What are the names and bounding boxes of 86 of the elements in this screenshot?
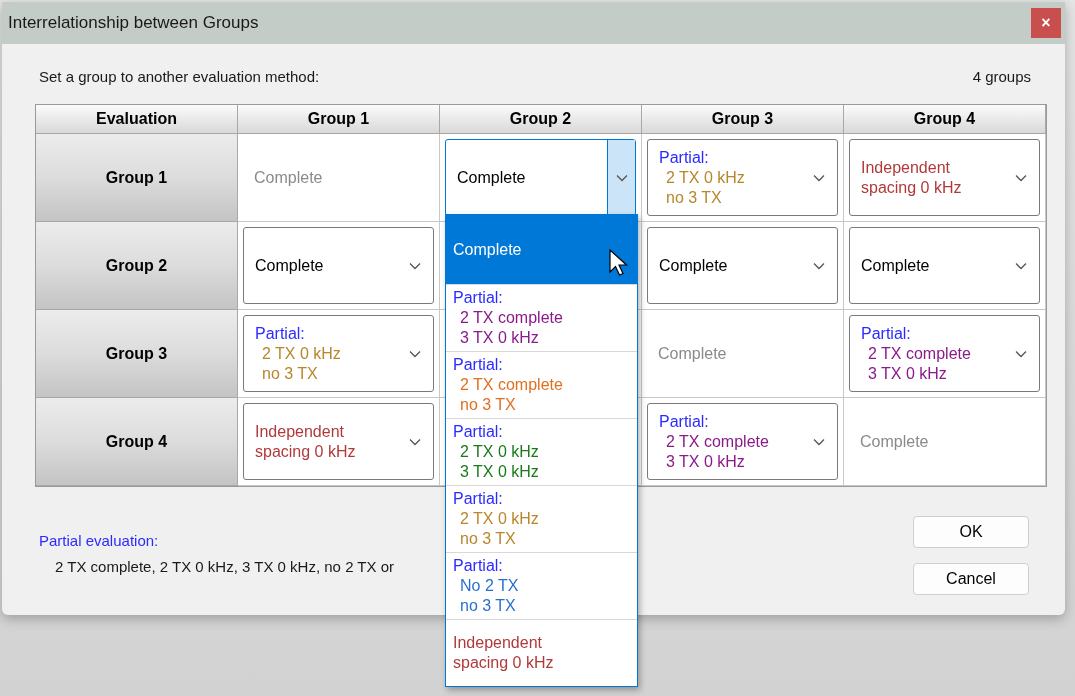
evaluation-dropdown[interactable]: Complete xyxy=(849,227,1040,304)
dropdown-value: 2 TX 0 kHz xyxy=(665,167,746,188)
option-text: no 3 TX xyxy=(459,529,517,549)
column-header: Evaluation xyxy=(36,105,238,134)
dropdown-option[interactable]: Complete xyxy=(446,215,637,284)
option-text: 3 TX 0 kHz xyxy=(459,462,539,482)
cell-value: Complete xyxy=(860,431,929,452)
chevron-down-icon xyxy=(409,261,421,270)
option-text: 2 TX 0 kHz xyxy=(459,509,539,529)
evaluation-dropdown[interactable]: Complete xyxy=(243,227,434,304)
partial-heading: Partial: xyxy=(861,323,912,344)
dropdown-value: 2 TX complete xyxy=(665,431,770,452)
chevron-down-icon xyxy=(813,173,825,182)
dropdown-value: Independent xyxy=(861,157,951,178)
column-header: Group 4 xyxy=(844,105,1046,134)
dropdown-value: 3 TX 0 kHz xyxy=(867,363,948,384)
dropdown-option[interactable]: Partial: 2 TX complete 3 TX 0 kHz xyxy=(446,284,637,351)
row-header: Group 2 xyxy=(36,222,238,310)
chevron-down-icon xyxy=(813,437,825,446)
dropdown-value: spacing 0 kHz xyxy=(255,441,357,462)
dialog-button[interactable]: Cancel xyxy=(913,563,1029,595)
dropdown-value: 3 TX 0 kHz xyxy=(665,451,746,472)
dropdown-value: no 3 TX xyxy=(665,187,723,208)
partial-heading: Partial: xyxy=(659,411,710,432)
cell-value: Complete xyxy=(254,167,323,188)
partial-heading: Partial: xyxy=(453,355,504,375)
evaluation-dropdown[interactable]: Partial: 2 TX complete 3 TX 0 kHz xyxy=(849,315,1040,392)
option-text: no 3 TX xyxy=(459,395,517,415)
evaluation-dropdown[interactable]: Partial: 2 TX 0 kHz no 3 TX xyxy=(647,139,838,216)
row-header: Group 3 xyxy=(36,310,238,398)
dropdown-value: no 3 TX xyxy=(261,363,319,384)
evaluation-dropdown[interactable]: Independent spacing 0 kHz xyxy=(849,139,1040,216)
legend-title: Partial evaluation: xyxy=(39,531,160,551)
dropdown-option[interactable]: Partial: No 2 TX no 3 TX xyxy=(446,552,637,619)
row-header: Group 4 xyxy=(36,398,238,486)
chevron-down-icon xyxy=(1015,349,1027,358)
dropdown-value: Complete xyxy=(861,255,931,276)
dropdown-value: Independent xyxy=(255,421,345,442)
evaluation-dropdown[interactable]: Complete xyxy=(647,227,838,304)
option-text: 2 TX complete xyxy=(459,375,563,395)
cell-value: Complete xyxy=(658,343,727,364)
dropdown-value: Complete xyxy=(457,167,527,188)
partial-heading: Partial: xyxy=(453,489,504,509)
evaluation-dropdown[interactable]: Partial: 2 TX 0 kHz no 3 TX xyxy=(243,315,434,392)
option-text: 2 TX 0 kHz xyxy=(459,442,539,462)
column-header: Group 3 xyxy=(642,105,844,134)
instruction-text: Set a group to another evaluation method: xyxy=(38,67,320,86)
chevron-down-icon xyxy=(1015,173,1027,182)
evaluation-dropdown[interactable]: Independent spacing 0 kHz xyxy=(243,403,434,480)
cursor-icon xyxy=(609,249,629,277)
evaluation-dropdown[interactable]: Partial: 2 TX complete 3 TX 0 kHz xyxy=(647,403,838,480)
dropdown-option[interactable]: Independent spacing 0 kHz xyxy=(446,619,637,686)
partial-heading: Partial: xyxy=(453,556,504,576)
partial-heading: Partial: xyxy=(453,422,504,442)
dropdown-value: Complete xyxy=(659,255,729,276)
window-title: Interrelationship between Groups xyxy=(8,12,259,35)
dropdown-option[interactable]: Partial: 2 TX complete no 3 TX xyxy=(446,351,637,418)
group-count: 4 groups xyxy=(972,67,1032,86)
close-button[interactable]: × xyxy=(1031,8,1061,38)
chevron-down-icon xyxy=(1015,261,1027,270)
option-text: No 2 TX xyxy=(459,576,519,596)
dialog-button[interactable]: OK xyxy=(913,516,1029,548)
row-header: Group 1 xyxy=(36,134,238,222)
partial-heading: Partial: xyxy=(255,323,306,344)
dropdown-value: 2 TX 0 kHz xyxy=(261,343,342,364)
partial-heading: Partial: xyxy=(453,288,504,308)
option-text: no 3 TX xyxy=(459,596,517,616)
chevron-down-icon xyxy=(409,437,421,446)
chevron-down-icon xyxy=(615,173,628,182)
option-text: spacing 0 kHz xyxy=(453,653,554,673)
option-text: 2 TX complete xyxy=(459,308,563,328)
dropdown-option[interactable]: Partial: 2 TX 0 kHz no 3 TX xyxy=(446,485,637,552)
dropdown-value: 2 TX complete xyxy=(867,343,972,364)
column-header: Group 1 xyxy=(238,105,440,134)
legend-text: 2 TX complete, 2 TX 0 kHz, 3 TX 0 kHz, no 2 TX or xyxy=(54,557,395,577)
column-header: Group 2 xyxy=(440,105,642,134)
option-text: Complete xyxy=(453,239,522,260)
option-text: Independent xyxy=(453,633,543,653)
evaluation-dropdown[interactable]: Complete xyxy=(445,139,636,216)
option-text: 3 TX 0 kHz xyxy=(459,328,540,348)
partial-heading: Partial: xyxy=(659,147,710,168)
dropdown-value: spacing 0 kHz xyxy=(861,177,963,198)
dropdown-option[interactable]: Partial: 2 TX 0 kHz 3 TX 0 kHz xyxy=(446,418,637,485)
dropdown-value: Complete xyxy=(255,255,325,276)
chevron-down-icon xyxy=(409,349,421,358)
chevron-down-icon xyxy=(813,261,825,270)
